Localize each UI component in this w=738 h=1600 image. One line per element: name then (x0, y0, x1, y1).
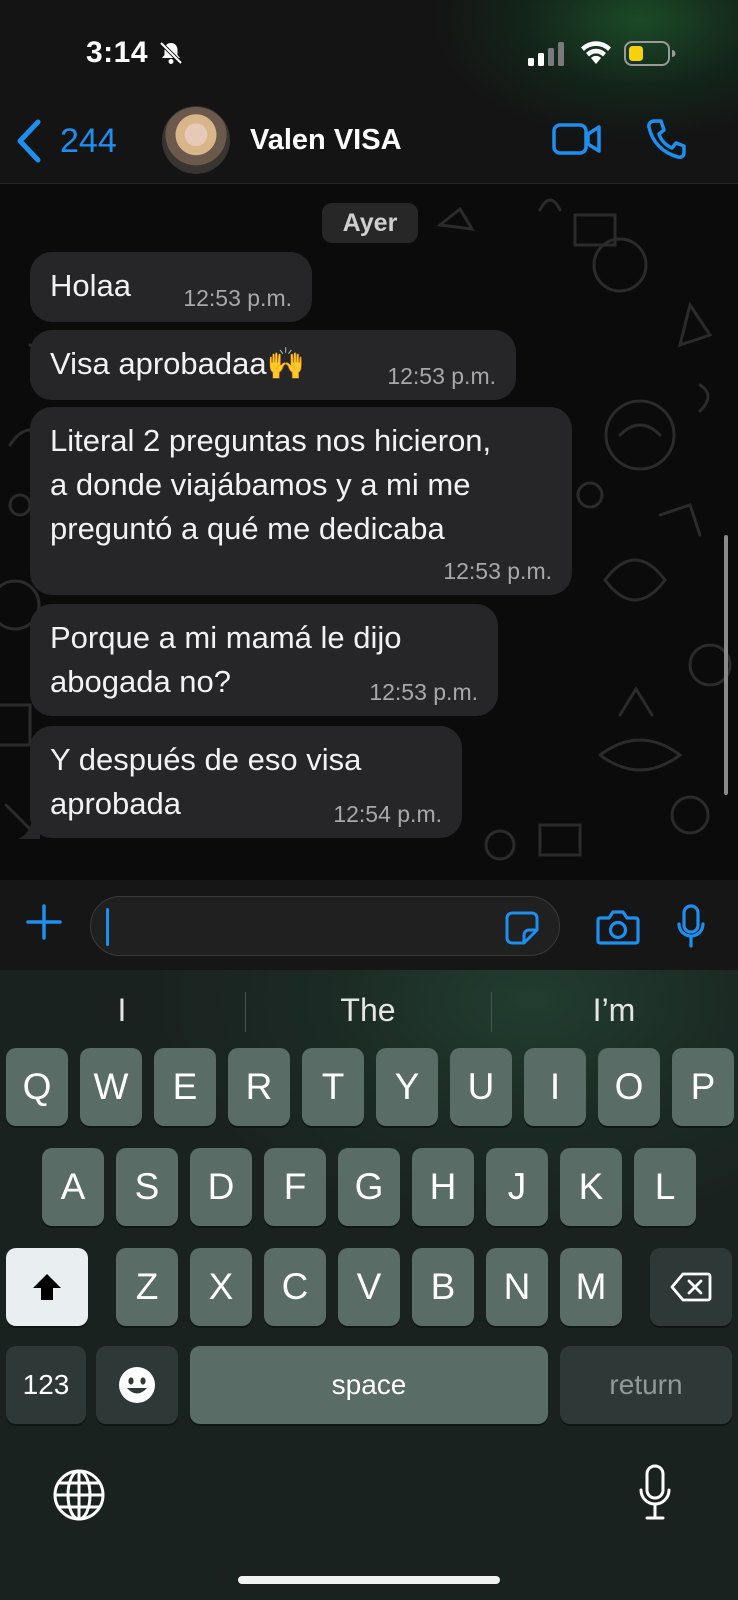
date-separator: Ayer (322, 203, 418, 243)
back-chevron-icon (17, 119, 41, 163)
plus-icon[interactable] (24, 902, 64, 942)
bubble-tail (18, 815, 40, 839)
text-caret (106, 908, 109, 946)
key-l[interactable]: L (634, 1148, 696, 1226)
key-d[interactable]: D (190, 1148, 252, 1226)
space-key[interactable]: space (190, 1346, 548, 1424)
avatar[interactable] (162, 106, 230, 174)
scrollbar[interactable] (724, 535, 728, 795)
chat-header: 3:14 244 Valen VISA (0, 0, 738, 184)
microphone-icon[interactable] (676, 904, 706, 948)
phone-icon[interactable] (646, 118, 686, 160)
key-q[interactable]: Q (6, 1048, 68, 1126)
message-input-bar (0, 880, 738, 970)
message-bubble[interactable]: Literal 2 preguntas nos hicieron, a dond… (30, 407, 572, 595)
key-a[interactable]: A (42, 1148, 104, 1226)
key-x[interactable]: X (190, 1248, 252, 1326)
key-r[interactable]: R (228, 1048, 290, 1126)
home-indicator[interactable] (238, 1576, 500, 1584)
message-text: Literal 2 preguntas nos hicieron, a dond… (50, 423, 492, 546)
numbers-key[interactable]: 123 (6, 1346, 86, 1424)
message-time: 12:53 p.m. (183, 285, 292, 311)
status-time: 3:14 (86, 36, 149, 69)
key-o[interactable]: O (598, 1048, 660, 1126)
keyboard-microphone-icon[interactable] (638, 1464, 672, 1522)
message-text: Y después de eso visa aprobada (50, 742, 362, 821)
suggestion-item[interactable]: I’m (492, 970, 736, 1050)
key-z[interactable]: Z (116, 1248, 178, 1326)
key-e[interactable]: E (154, 1048, 216, 1126)
delete-icon (670, 1272, 712, 1302)
key-u[interactable]: U (450, 1048, 512, 1126)
message-bubble[interactable]: Holaa 12:53 p.m. (30, 252, 312, 322)
battery-icon (624, 41, 676, 66)
key-k[interactable]: K (560, 1148, 622, 1226)
message-text: Porque a mi mamá le dijo abogada no? (50, 620, 402, 699)
suggestion-item[interactable]: The (246, 970, 490, 1050)
bell-slash-icon (159, 41, 183, 65)
message-text: Visa aprobadaa🙌 (50, 346, 306, 381)
message-bubble[interactable]: Y después de eso visa aprobada 12:54 p.m… (30, 726, 462, 838)
key-b[interactable]: B (412, 1248, 474, 1326)
message-time: 12:53 p.m. (443, 558, 552, 584)
emoji-icon (119, 1367, 155, 1403)
unread-count: 244 (60, 121, 117, 160)
keyboard: I The I’m Q W E R T Y U I O P A S D F G … (0, 970, 738, 1600)
contact-name[interactable]: Valen VISA (250, 124, 402, 157)
sticker-icon[interactable] (504, 910, 540, 946)
key-w[interactable]: W (80, 1048, 142, 1126)
key-g[interactable]: G (338, 1148, 400, 1226)
wifi-icon (581, 41, 611, 64)
globe-icon[interactable] (52, 1468, 106, 1522)
suggestion-item[interactable]: I (0, 970, 244, 1050)
shift-key[interactable] (6, 1248, 88, 1326)
key-p[interactable]: P (672, 1048, 734, 1126)
message-bubble[interactable]: Visa aprobadaa🙌 12:53 p.m. (30, 330, 516, 400)
key-y[interactable]: Y (376, 1048, 438, 1126)
key-m[interactable]: M (560, 1248, 622, 1326)
message-bubble[interactable]: Porque a mi mamá le dijo abogada no? 12:… (30, 604, 498, 716)
key-h[interactable]: H (412, 1148, 474, 1226)
camera-icon[interactable] (596, 908, 640, 946)
message-time: 12:53 p.m. (369, 679, 478, 705)
message-input[interactable] (90, 896, 560, 956)
message-time: 12:53 p.m. (387, 363, 496, 389)
key-c[interactable]: C (264, 1248, 326, 1326)
emoji-key[interactable] (96, 1346, 178, 1424)
message-time: 12:54 p.m. (333, 801, 442, 827)
key-n[interactable]: N (486, 1248, 548, 1326)
key-s[interactable]: S (116, 1148, 178, 1226)
key-t[interactable]: T (302, 1048, 364, 1126)
return-key[interactable]: return (560, 1346, 732, 1424)
video-call-icon[interactable] (552, 122, 602, 156)
key-v[interactable]: V (338, 1248, 400, 1326)
signal-icon (528, 42, 564, 66)
back-button[interactable]: 244 (14, 118, 117, 164)
key-i[interactable]: I (524, 1048, 586, 1126)
shift-icon (33, 1274, 61, 1300)
chat-area[interactable]: Ayer Holaa 12:53 p.m. Visa aprobadaa🙌 12… (0, 185, 738, 880)
message-text: Holaa (50, 268, 131, 303)
suggestion-bar: I The I’m (0, 970, 738, 1050)
delete-key[interactable] (650, 1248, 732, 1326)
key-f[interactable]: F (264, 1148, 326, 1226)
key-j[interactable]: J (486, 1148, 548, 1226)
